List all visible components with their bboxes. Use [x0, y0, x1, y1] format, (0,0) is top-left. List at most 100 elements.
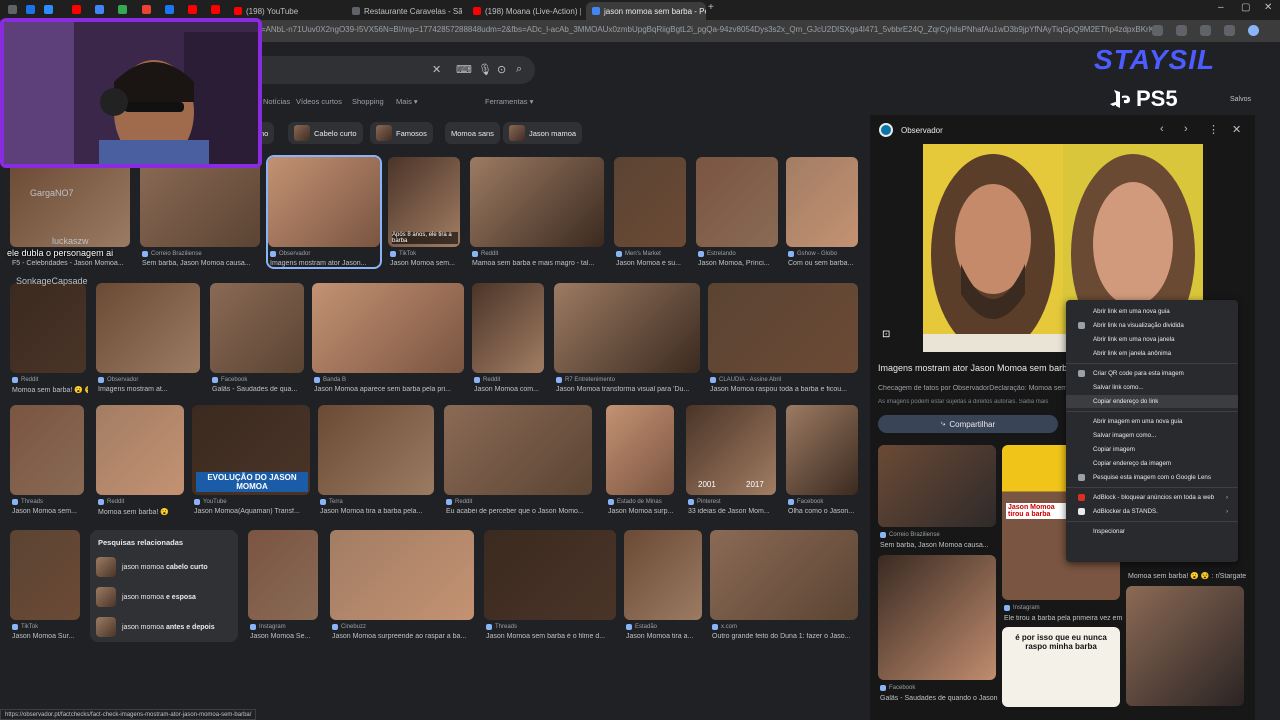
related-item[interactable]: jason momoa e esposa: [96, 586, 196, 608]
pinned-tab-icon[interactable]: [72, 5, 81, 14]
image-result[interactable]: Facebook Olha como o Jason...: [786, 405, 858, 515]
chip-momoa-sans[interactable]: Momoa sans: [445, 122, 500, 144]
image-result[interactable]: Reddit Mamoa sem barba e mais magro - tal…: [470, 157, 604, 267]
image-result[interactable]: Reddit Eu acabei de perceber que o Jason …: [444, 405, 592, 515]
pinned-tab-icon[interactable]: [44, 5, 53, 14]
pinned-tab-icon[interactable]: [142, 5, 151, 14]
image-result[interactable]: Cinebuzz Jason Momoa surpreende ao raspar…: [330, 530, 474, 640]
context-menu-item[interactable]: Copiar endereço do link: [1066, 395, 1238, 408]
profile-avatar[interactable]: [1248, 25, 1259, 36]
context-menu-item[interactable]: Abrir link em uma nova guia: [1066, 305, 1238, 318]
tab-videos-curtos[interactable]: Vídeos curtos: [296, 97, 342, 106]
image-result[interactable]: Banda B Jason Momoa aparece sem barba pel…: [312, 283, 464, 393]
panel-title[interactable]: Imagens mostram ator Jason Momoa sem bar…: [878, 363, 1068, 373]
pinned-tab-icon[interactable]: [211, 5, 220, 14]
image-result[interactable]: Reddit Jason Momoa com...: [472, 283, 544, 393]
clear-icon[interactable]: ✕: [432, 63, 441, 76]
context-menu-item[interactable]: Copiar imagem: [1066, 443, 1238, 456]
pinned-tab-icon[interactable]: [8, 5, 17, 14]
close-window-button[interactable]: ✕: [1264, 2, 1272, 13]
lens-icon[interactable]: ⊡: [882, 329, 890, 340]
context-menu-item[interactable]: AdBlocker da STANDS. ›: [1066, 505, 1238, 518]
search-icon[interactable]: ⌕: [516, 63, 522, 76]
tab-noticias[interactable]: Notícias: [263, 97, 290, 106]
panel-related-result[interactable]: Correio Braziliense Sem barba, Jason Mom…: [878, 445, 996, 549]
tab-moana[interactable]: (198) Moana (Live-Action) | Tra ✕: [467, 2, 581, 20]
microphone-icon[interactable]: 🎙: [478, 63, 492, 76]
close-icon[interactable]: ✕: [1232, 123, 1241, 136]
pinned-tab-icon[interactable]: [26, 5, 35, 14]
next-icon[interactable]: ›: [1184, 123, 1188, 135]
chip-famosos[interactable]: Famosos: [370, 122, 433, 144]
context-menu-item[interactable]: Abrir imagem em uma nova guia: [1066, 415, 1238, 428]
context-menu-item[interactable]: Pesquise esta imagem com o Google Lens: [1066, 471, 1238, 484]
panel-related-result[interactable]: Facebook Galãs - Saudades de quando o Ja…: [878, 555, 998, 705]
context-menu-item[interactable]: Abrir link em janela anônima: [1066, 347, 1238, 360]
saves-button[interactable]: Salvos: [1230, 96, 1251, 103]
keyboard-icon[interactable]: ⌨: [456, 63, 472, 76]
image-result[interactable]: Threads Jason Momoa sem...: [10, 405, 84, 515]
tools-button[interactable]: Ferramentas ▾: [485, 97, 533, 106]
image-result[interactable]: Facebook Galãs - Saudades de qua...: [210, 283, 304, 393]
context-menu-item[interactable]: Salvar link como...: [1066, 381, 1238, 394]
image-result[interactable]: CLAUDIA - Assine Abril Jason Momoa raspou…: [708, 283, 858, 393]
image-result[interactable]: Reddit Momoa sem barba! 😮: [96, 405, 184, 516]
image-result[interactable]: TikTok Jason Momoa Sur...: [10, 530, 80, 640]
panel-related-result[interactable]: é por isso que eu nunca raspo minha barb…: [1002, 627, 1120, 707]
image-result[interactable]: Gshow - Globo Com ou sem barba...: [786, 157, 858, 267]
image-result[interactable]: Reddit Momoa sem barba! 😮 😵: [10, 283, 88, 394]
url-field[interactable]: rsf=ANbL-n71Uuv0X2ngO39-I5VX56N=BI/mp=17…: [252, 25, 1152, 34]
tab-restaurante[interactable]: Restaurante Caravelas - São Br ✕: [346, 2, 462, 20]
chip-cabelo-curto[interactable]: Cabelo curto: [288, 122, 363, 144]
related-item[interactable]: jason momoa cabelo curto: [96, 556, 208, 578]
image-result[interactable]: Estrelando Jason Momoa, Prínci...: [696, 157, 778, 267]
extension-icon[interactable]: [1176, 25, 1187, 36]
previous-icon[interactable]: ‹: [1160, 123, 1164, 135]
image-result[interactable]: Threads Jason Momoa sem barba é o filme d…: [484, 530, 616, 640]
extension-icon[interactable]: [1224, 25, 1235, 36]
image-result[interactable]: Pinterest 33 ideias de Jason Mom...: [686, 405, 776, 515]
tab-google-search[interactable]: jason momoa sem barba - Pesq ✕: [586, 2, 706, 20]
panel-source[interactable]: Observador: [901, 126, 943, 135]
image-result[interactable]: Observador Imagens mostram at...: [96, 283, 200, 393]
image-result[interactable]: YouTube Jason Momoa(Aquaman) Transf...: [192, 405, 310, 515]
menu-separator: [1066, 487, 1238, 488]
context-menu-item[interactable]: Abrir link na visualização dividida: [1066, 319, 1238, 332]
result-source: Men's Market: [616, 251, 661, 257]
image-result[interactable]: Estadão Jason Momoa tira a...: [624, 530, 702, 640]
search-input[interactable]: ✕ ⌨ 🎙 ⊙ ⌕: [250, 56, 535, 84]
pinned-tab-icon[interactable]: [165, 5, 174, 14]
image-result[interactable]: Estado de Minas Jason Momoa surp...: [606, 405, 674, 515]
image-result[interactable]: TikTok Jason Momoa sem...: [388, 157, 460, 267]
context-menu-item[interactable]: Salvar imagem como...: [1066, 429, 1238, 442]
context-menu-item[interactable]: Copiar endereço da imagem: [1066, 457, 1238, 470]
result-image: [96, 405, 184, 495]
image-result[interactable]: R7 Entretenimento Jason Momoa transforma …: [554, 283, 700, 393]
share-button[interactable]: ⤷ Compartilhar: [878, 415, 1058, 433]
more-options-icon[interactable]: ⋮: [1208, 123, 1219, 136]
pinned-tab-icon[interactable]: [188, 5, 197, 14]
maximize-button[interactable]: ▢: [1241, 2, 1250, 13]
image-result[interactable]: Observador Imagens mostram ator Jason...: [266, 155, 382, 269]
image-result[interactable]: Correio Braziliense Sem barba, Jason Momo…: [140, 157, 260, 267]
extension-icon[interactable]: [1200, 25, 1211, 36]
lens-icon[interactable]: ⊙: [497, 63, 506, 76]
context-menu-item[interactable]: Abrir link em uma nova janela: [1066, 333, 1238, 346]
extension-icon[interactable]: [1152, 25, 1163, 36]
tab-shopping[interactable]: Shopping: [352, 97, 384, 106]
image-result[interactable]: x.com Outro grande feito do Duna 1: fazer…: [710, 530, 858, 640]
context-menu-item[interactable]: AdBlock - bloquear anúncios em toda a we…: [1066, 491, 1238, 504]
image-result[interactable]: Men's Market Jason Momoa e su...: [614, 157, 686, 267]
related-item[interactable]: jason momoa antes e depois: [96, 616, 215, 638]
image-result[interactable]: Instagram Jason Momoa Se...: [248, 530, 318, 640]
tab-mais[interactable]: Mais ▾: [396, 97, 418, 106]
new-tab-button[interactable]: +: [708, 2, 714, 13]
minimize-button[interactable]: –: [1218, 2, 1224, 13]
pinned-tab-icon[interactable]: [95, 5, 104, 14]
context-menu-item[interactable]: Criar QR code para esta imagem: [1066, 367, 1238, 380]
context-menu-item[interactable]: Inspecionar: [1066, 525, 1238, 538]
panel-related-result[interactable]: Momoa sem barba! 😮 😵 : r/Stargate: [1126, 562, 1246, 712]
pinned-tab-icon[interactable]: [118, 5, 127, 14]
chip-jason-mamoa[interactable]: Jason mamoa: [503, 122, 583, 144]
image-result[interactable]: Terra Jason Momoa tira a barba pela...: [318, 405, 434, 515]
